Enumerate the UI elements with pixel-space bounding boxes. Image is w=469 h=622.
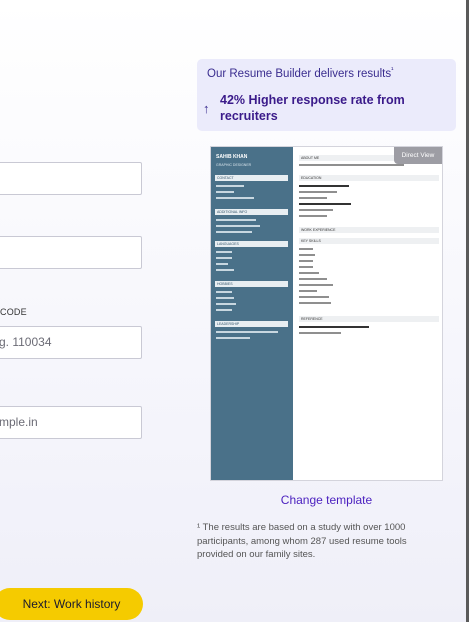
resume-text-line xyxy=(299,215,327,217)
resume-name: SAHIB KHAN xyxy=(216,154,248,160)
resume-text-line xyxy=(216,331,278,333)
resume-text-line xyxy=(299,290,317,292)
resume-text-line xyxy=(299,272,319,274)
last-name-input[interactable] xyxy=(0,236,142,269)
resume-main-section: REFERENCE xyxy=(299,316,439,322)
resume-text-line xyxy=(299,164,404,166)
resume-text-line xyxy=(299,278,327,280)
email-input[interactable]: mple.in xyxy=(0,406,142,439)
resume-text-line xyxy=(299,260,313,262)
resume-text-line xyxy=(299,302,331,304)
resume-text-line xyxy=(216,297,234,299)
postcode-input[interactable]: g. 110034 xyxy=(0,326,142,359)
resume-text-line xyxy=(299,332,341,334)
resume-text-line xyxy=(299,185,349,187)
resume-text-line xyxy=(299,197,327,199)
resume-sidebar-section: LEADERSHIP xyxy=(215,321,288,327)
resume-main-section: KEY SKILLS xyxy=(299,238,439,244)
change-template-link[interactable]: Change template xyxy=(197,493,456,507)
resume-text-line xyxy=(216,225,260,227)
resume-text-line xyxy=(216,219,256,221)
resume-text-line xyxy=(299,266,313,268)
resume-text-line xyxy=(299,284,333,286)
resume-text-line xyxy=(216,309,232,311)
resume-sidebar-section: LANGUAGES xyxy=(215,241,288,247)
resume-text-line xyxy=(299,326,369,328)
resume-text-line xyxy=(299,209,333,211)
next-work-history-button[interactable]: Next: Work history xyxy=(0,588,143,620)
results-footnote: ¹ The results are based on a study with … xyxy=(197,522,407,560)
resume-text-line xyxy=(216,191,234,193)
resume-sidebar-section: ADDITIONAL INFO xyxy=(215,209,288,215)
promo-stat: 42% Higher response rate from recruiters xyxy=(220,93,405,123)
results-promo: Our Resume Builder delivers results¹ ↑ 4… xyxy=(197,59,456,131)
resume-text-line xyxy=(216,197,254,199)
resume-text-line xyxy=(216,303,236,305)
arrow-up-icon: ↑ xyxy=(203,101,210,116)
resume-text-line xyxy=(216,251,232,253)
resume-role: GRAPHIC DESIGNER xyxy=(216,163,252,167)
resume-text-line xyxy=(216,231,252,233)
resume-sidebar-section: HOBBIES xyxy=(215,281,288,287)
resume-text-line xyxy=(299,248,313,250)
resume-text-line xyxy=(299,296,329,298)
resume-text-line xyxy=(216,185,244,187)
resume-text-line xyxy=(216,263,228,265)
resume-text-line xyxy=(216,291,232,293)
resume-text-line xyxy=(299,191,337,193)
resume-text-line xyxy=(216,269,234,271)
first-name-input[interactable] xyxy=(0,162,142,195)
resume-text-line xyxy=(299,254,315,256)
postcode-label: CODE xyxy=(0,307,27,317)
resume-sidebar-section: CONTACT xyxy=(215,175,288,181)
resume-sidebar: SAHIB KHAN GRAPHIC DESIGNER CONTACT ADDI… xyxy=(211,147,293,480)
resume-text-line xyxy=(216,257,232,259)
resume-text-line xyxy=(299,203,351,205)
resume-text-line xyxy=(216,337,250,339)
resume-template-preview[interactable]: SAHIB KHAN GRAPHIC DESIGNER CONTACT ADDI… xyxy=(210,146,443,481)
resume-main-section: EDUCATION xyxy=(299,175,439,181)
promo-title: Our Resume Builder delivers results¹ xyxy=(207,67,394,80)
direct-view-badge[interactable]: Direct View xyxy=(394,147,442,164)
resume-main-section: WORK EXPERIENCE xyxy=(299,227,439,233)
